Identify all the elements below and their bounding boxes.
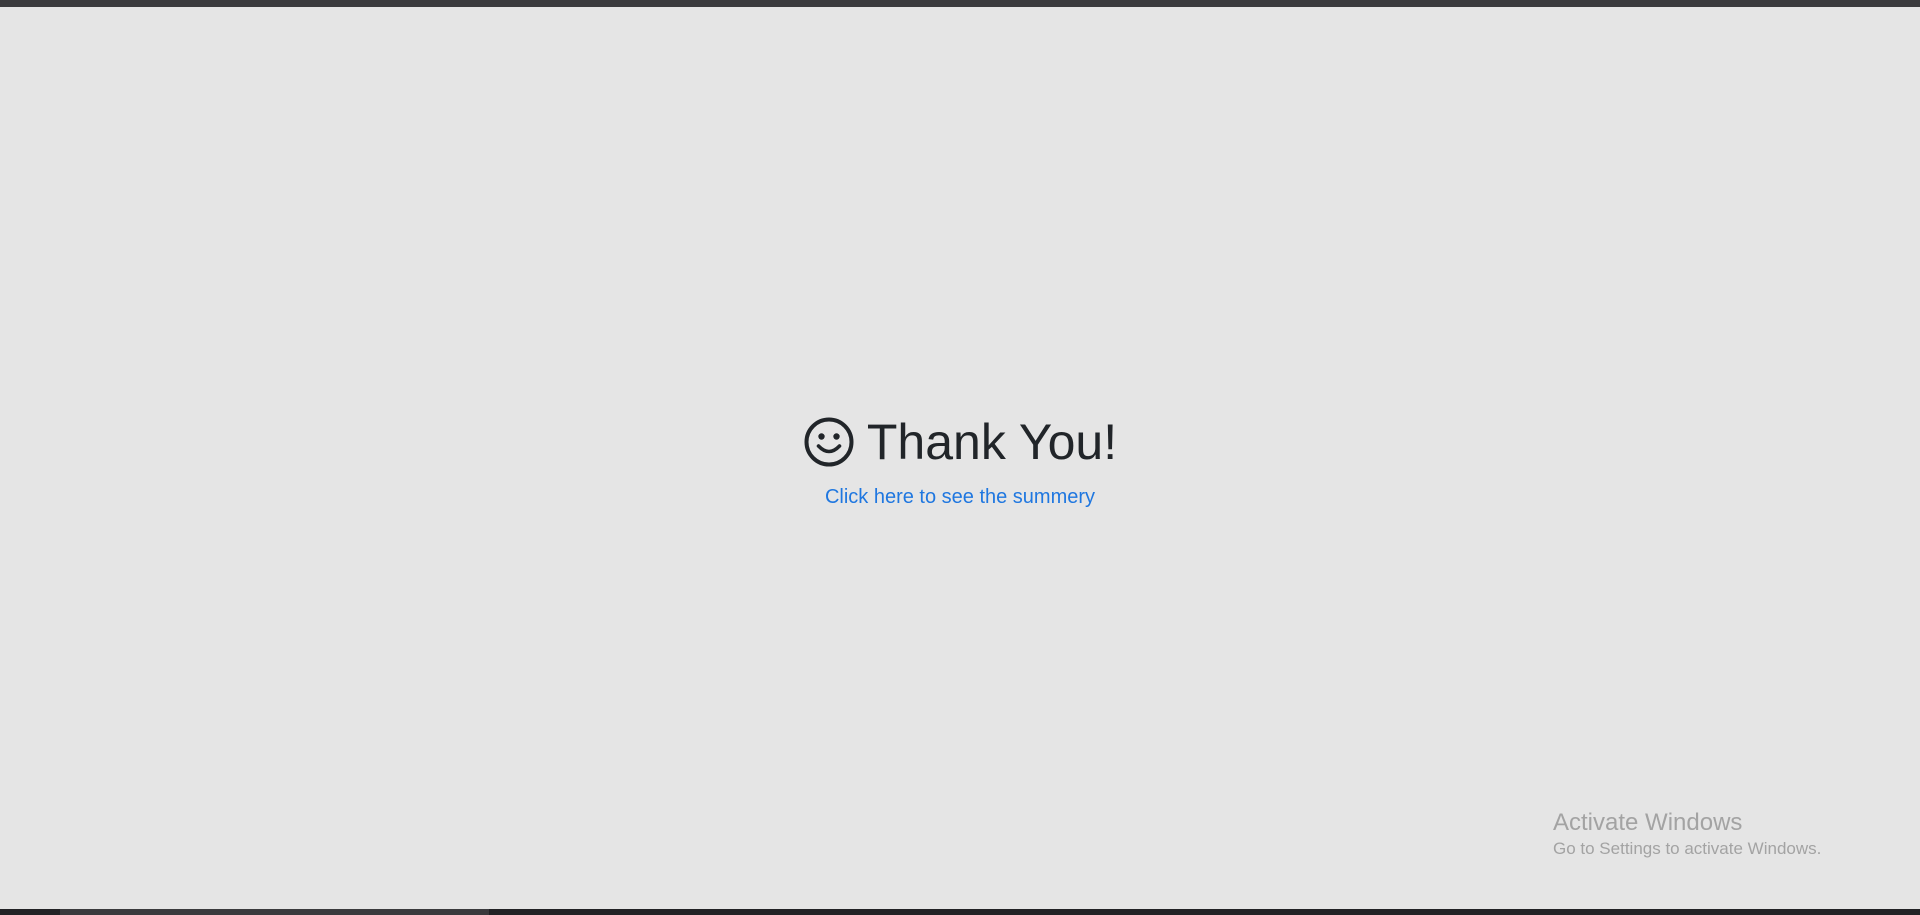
window-top-border bbox=[0, 0, 1920, 7]
taskbar-active-item[interactable] bbox=[60, 909, 489, 915]
thank-you-section: Thank You! Click here to see the summery bbox=[0, 412, 1920, 509]
heading-text: Thank You! bbox=[866, 414, 1118, 470]
activate-windows-watermark: Activate Windows Go to Settings to activ… bbox=[1553, 808, 1821, 860]
page-content: Thank You! Click here to see the summery… bbox=[0, 7, 1920, 909]
watermark-title: Activate Windows bbox=[1553, 809, 1743, 836]
smiley-face-icon bbox=[804, 417, 854, 467]
taskbar bbox=[0, 909, 1920, 915]
page-title: Thank You! bbox=[803, 412, 1117, 472]
watermark-subtitle: Go to Settings to activate Windows. bbox=[1553, 839, 1822, 858]
summary-link[interactable]: Click here to see the summery bbox=[825, 485, 1095, 509]
